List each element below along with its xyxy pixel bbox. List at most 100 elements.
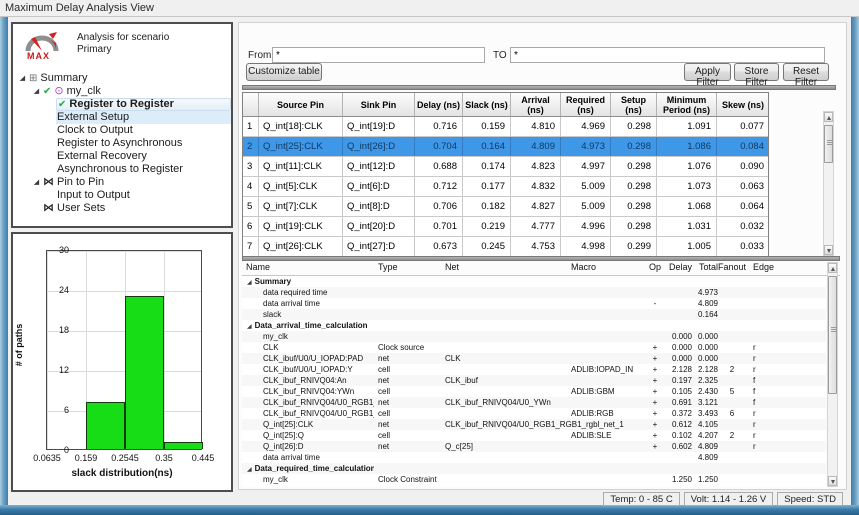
tree-item-body: Clock to Output [56,124,231,137]
detail-row[interactable]: my_clk0.0000.000 [242,331,826,342]
y-tick-label: 18 [45,325,69,335]
tree-item-external-recovery[interactable]: External Recovery [13,150,231,163]
column-header[interactable]: Op [646,262,664,275]
cell-fanout [718,298,746,309]
path-row[interactable]: 7Q_int[26]:CLKQ_int[27]:D0.6730.2454.753… [243,237,768,257]
detail-row[interactable]: data arrival time-4.809 [242,298,826,309]
horizontal-splitter-top[interactable] [242,85,836,90]
customize-table-button[interactable]: Customize table [246,63,322,81]
cell-total: 2.430 [692,386,718,397]
cell-fanout [718,375,746,386]
expanded-triangle-icon[interactable]: ◢ [247,324,252,330]
expanded-triangle-icon[interactable]: ◢ [247,467,252,473]
path-row[interactable]: 1Q_int[18]:CLKQ_int[19]:D0.7160.1594.810… [243,117,768,137]
detail-row[interactable]: Q_int[26]:DnetQ_c[25]+0.6024.809r [242,441,826,452]
scroll-up-arrow[interactable] [824,112,833,122]
tree-item-input-to-output[interactable]: Input to Output [13,189,231,202]
column-header[interactable]: Arrival (ns) [511,93,561,116]
tree-expander-icon[interactable]: ◢ [31,176,42,189]
tree-item-external-setup[interactable]: External Setup [13,111,231,124]
scroll-down-arrow[interactable] [824,245,833,255]
tree-item-my-clk[interactable]: ◢✔⊙my_clk [13,85,231,98]
expanded-triangle-icon[interactable]: ◢ [247,280,252,286]
column-header[interactable]: Net [441,262,569,275]
cell-delay: 0.706 [415,197,463,216]
detail-row[interactable]: data arrival time4.809 [242,452,826,463]
detail-row[interactable]: CLK_ibuf/U0/U_IOPAD:YcellADLIB:IOPAD_IN+… [242,364,826,375]
paths-table-scrollbar[interactable] [823,111,834,256]
to-filter-input[interactable] [510,47,825,63]
horizontal-splitter-middle[interactable] [242,256,840,261]
path-row[interactable]: 6Q_int[19]:CLKQ_int[20]:D0.7010.2194.777… [243,217,768,237]
reset-filter-button[interactable]: Reset Filter [783,63,829,81]
apply-filter-button[interactable]: Apply Filter [684,63,731,81]
x-tick-label: 0.445 [192,453,215,463]
cell-setup: 0.298 [611,137,657,156]
column-header[interactable]: Source Pin [259,93,343,116]
path-row[interactable]: 4Q_int[5]:CLKQ_int[6]:D0.7120.1774.8325.… [243,177,768,197]
tree-expander-icon[interactable]: ◢ [17,72,28,85]
scrollbar-thumb[interactable] [824,125,833,163]
tree-item-summary[interactable]: ◢⊞Summary [13,72,231,85]
column-header[interactable]: Slack (ns) [463,93,511,116]
detail-row[interactable]: my_clkClock Constraint1.2501.250 [242,474,826,485]
tree-item-pin-to-pin[interactable]: ◢⋈Pin to Pin [13,176,231,189]
detail-row[interactable]: CLK_ibuf_RNIVQ04:YWncellADLIB:GBM+0.1052… [242,386,826,397]
tree-item-clock-to-output[interactable]: Clock to Output [13,124,231,137]
detail-row[interactable]: ◢Data_required_time_calculation [242,463,826,474]
detail-row[interactable]: data required time4.973 [242,287,826,298]
tree-item-register-to-asynchronous[interactable]: Register to Asynchronous [13,137,231,150]
column-header[interactable]: Minimum Period (ns) [657,93,717,116]
cell-name: slack [242,309,374,320]
detail-row[interactable]: CLK_ibuf/U0/U_IOPAD:PADnetCLK+0.0000.000… [242,353,826,364]
detail-row[interactable]: CLK_ibuf_RNIVQ04:AnnetCLK_ibuf+0.1972.32… [242,375,826,386]
column-header[interactable]: Skew (ns) [717,93,769,116]
from-filter-input[interactable] [272,47,485,63]
tree-item-user-sets[interactable]: ⋈User Sets [13,202,231,215]
detail-row[interactable]: CLKClock source+0.0000.000r [242,342,826,353]
detail-row[interactable]: slack0.164 [242,309,826,320]
detail-row[interactable]: ◢Data_arrival_time_calculation [242,320,826,331]
scenario-line2: Primary [77,44,169,56]
column-header[interactable]: Setup (ns) [611,93,657,116]
detail-row[interactable]: Q_int[25]:QcellADLIB:SLE+0.1024.2072r [242,430,826,441]
cell-skew: 0.033 [717,237,769,256]
column-header[interactable]: Total [692,262,718,275]
column-header[interactable]: Required (ns) [561,93,611,116]
detail-row[interactable]: CLK_ibuf_RNIVQ04/U0_RGB1_RGB1:AnnetCLK_i… [242,397,826,408]
scrollbar-thumb[interactable] [828,276,837,394]
column-header[interactable] [243,93,259,116]
max-logo-text: MAX [27,51,50,61]
path-row[interactable]: 5Q_int[7]:CLKQ_int[8]:D0.7060.1824.8275.… [243,197,768,217]
cell-required: 4.998 [561,237,611,256]
cell-macro [569,287,646,298]
column-header[interactable]: Delay (ns) [415,93,463,116]
scroll-up-arrow[interactable] [828,263,837,273]
column-header[interactable]: Fanout [718,262,746,275]
tree-expander-icon[interactable]: ◢ [31,85,42,98]
column-header[interactable]: Sink Pin [343,93,415,116]
tree-item-register-to-register[interactable]: ✔Register to Register [13,98,231,111]
column-header[interactable]: Type [374,262,441,275]
column-header[interactable]: Edge [746,262,770,275]
cell-num: 6 [243,217,259,236]
store-filter-button[interactable]: Store Filter [734,63,779,81]
cell-total [692,276,718,287]
detail-row[interactable]: Q_int[25]:CLKnetCLK_ibuf_RNIVQ04/U0_RGB1… [242,419,826,430]
scroll-down-arrow[interactable] [828,476,837,486]
column-header[interactable]: Macro [569,262,646,275]
detail-row[interactable]: ◢Summary [242,276,826,287]
window-title: Maximum Delay Analysis View [0,0,859,17]
detail-row[interactable]: CLK_ibuf_RNIVQ04/U0_RGB1_RGB1:YLcellADLI… [242,408,826,419]
column-header[interactable]: Name [242,262,374,275]
path-row[interactable]: 2Q_int[25]:CLKQ_int[26]:D0.7040.1644.809… [243,137,768,157]
cell-required: 4.969 [561,117,611,136]
cell-skew: 0.064 [717,197,769,216]
cell-edge [746,276,770,287]
tree-item-asynchronous-to-register[interactable]: Asynchronous to Register [13,163,231,176]
path-row[interactable]: 3Q_int[11]:CLKQ_int[12]:D0.6880.1744.823… [243,157,768,177]
check-icon: ✔ [58,98,66,111]
column-header[interactable]: Delay [664,262,692,275]
cell-delay [664,298,692,309]
detail-table-scrollbar[interactable] [827,262,838,487]
